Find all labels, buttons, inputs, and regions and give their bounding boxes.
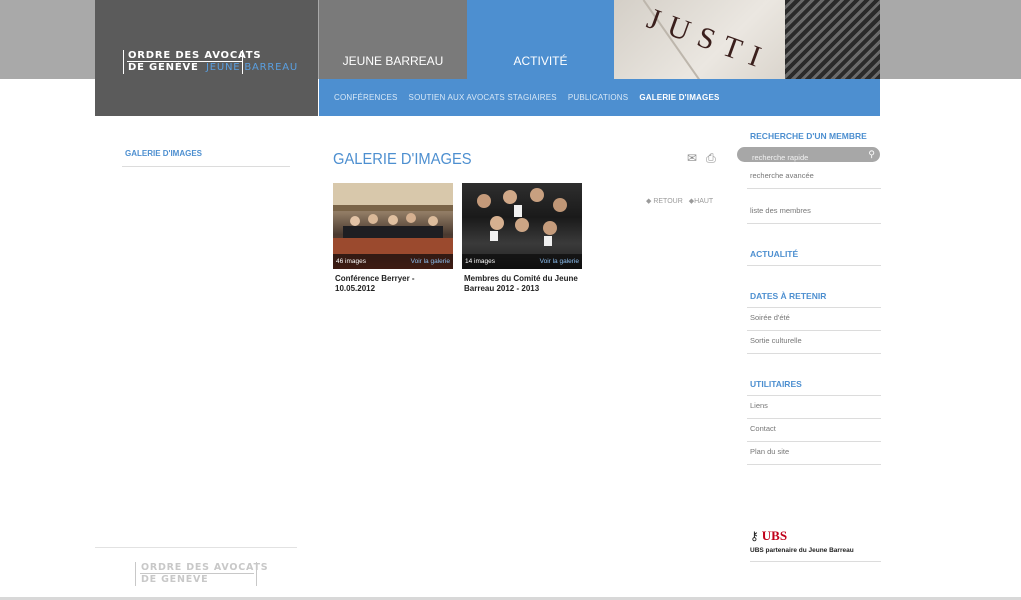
logo-mark: ORDRE DES AVOCATS DE GENÈVE JEUNE BARREA… <box>123 50 298 74</box>
left-sidebar: GALERIE D'IMAGES <box>122 149 290 167</box>
subnav-publications[interactable]: PUBLICATIONS <box>568 93 629 102</box>
utilities-section: UTILITAIRES Liens Contact Plan du site <box>747 354 881 465</box>
subnav-galerie[interactable]: GALERIE D'IMAGES <box>639 93 719 102</box>
right-sidebar: RECHERCHE D'UN MEMBRE ⚲ recherche avancé… <box>737 128 881 465</box>
dates-section: DATES À RETENIR Soirée d'été Sortie cult… <box>747 266 881 354</box>
logo-line-2: DE GENÈVE <box>128 62 199 73</box>
nav-activite-label: ACTIVITÉ <box>513 54 568 68</box>
utilities-heading: UTILITAIRES <box>747 376 881 396</box>
page-title: GALERIE D'IMAGES <box>333 151 472 168</box>
top-link[interactable]: ◆HAUT <box>689 197 713 205</box>
util-item-contact[interactable]: Contact <box>747 419 881 442</box>
back-link-label: RETOUR <box>653 198 683 205</box>
image-count: 14 images <box>465 258 495 265</box>
gallery-title[interactable]: Conférence Berryer - 10.05.2012 <box>333 274 453 294</box>
back-links: ◆ RETOUR ◆HAUT <box>646 197 713 205</box>
sponsor-tagline: UBS partenaire du Jeune Barreau <box>750 547 854 554</box>
sidebar-item-galerie[interactable]: GALERIE D'IMAGES <box>122 149 290 167</box>
news-heading[interactable]: ACTUALITÉ <box>747 246 881 265</box>
gallery-card[interactable]: 14 images Voir la galerie Membres du Com… <box>462 183 582 294</box>
advanced-search-link[interactable]: recherche avancée <box>747 166 881 189</box>
magnifier-icon[interactable]: ⚲ <box>868 149 875 160</box>
nav-activite[interactable]: ACTIVITÉ <box>467 0 614 79</box>
logo-jeune-barreau: JEUNE BARREAU <box>206 62 299 73</box>
gallery-title[interactable]: Membres du Comité du Jeune Barreau 2012 … <box>462 274 582 294</box>
nav-jeune-barreau[interactable]: JEUNE BARREAU <box>319 0 467 79</box>
sponsor-ubs[interactable]: ⚷ UBS UBS partenaire du Jeune Barreau <box>750 528 881 562</box>
subnav-soutien[interactable]: SOUTIEN AUX AVOCATS STAGIAIRES <box>409 93 557 102</box>
footer-logo[interactable]: ORDRE DES AVOCATS DE GENÈVE <box>135 562 268 586</box>
envelope-icon[interactable]: ✉ <box>687 152 697 164</box>
hero-image: JUSTI <box>614 0 880 79</box>
ubs-wordmark: UBS <box>761 528 788 543</box>
footer-logo-line-1: ORDRE DES AVOCATS <box>141 562 269 573</box>
search-box: ⚲ <box>737 147 880 165</box>
subnav-conferences[interactable]: CONFÉRENCES <box>334 93 398 102</box>
logo-line-1: ORDRE DES AVOCATS <box>128 50 262 61</box>
nav-jeune-barreau-label: JEUNE BARREAU <box>342 54 444 68</box>
gallery-card[interactable]: 46 images Voir la galerie Conférence Ber… <box>333 183 453 294</box>
footer-logo-line-2: DE GENÈVE <box>141 574 209 585</box>
date-item-soiree[interactable]: Soirée d'été <box>747 308 881 331</box>
page-tools: ✉ ⎙ <box>687 152 716 164</box>
gallery-thumbnail[interactable]: 14 images Voir la galerie <box>462 183 582 269</box>
hero-engraved-text: JUSTI <box>642 2 775 77</box>
back-link[interactable]: ◆ RETOUR <box>646 197 683 205</box>
view-gallery-link[interactable]: Voir la galerie <box>411 258 450 265</box>
util-item-plan[interactable]: Plan du site <box>747 442 881 465</box>
news-section: ACTUALITÉ <box>747 224 881 266</box>
sub-navigation: CONFÉRENCES SOUTIEN AUX AVOCATS STAGIAIR… <box>319 79 880 116</box>
search-input[interactable] <box>737 150 857 165</box>
site-logo[interactable]: ORDRE DES AVOCATS DE GENÈVE JEUNE BARREA… <box>95 0 318 116</box>
ubs-logo: ⚷ UBS <box>750 528 881 544</box>
thumbnail-caption: 14 images Voir la galerie <box>462 254 582 269</box>
dates-heading: DATES À RETENIR <box>747 288 881 308</box>
hero-stripes <box>785 0 880 79</box>
ubs-keys-icon: ⚷ <box>750 529 759 543</box>
image-count: 46 images <box>336 258 366 265</box>
search-heading: RECHERCHE D'UN MEMBRE <box>750 131 867 141</box>
view-gallery-link[interactable]: Voir la galerie <box>540 258 579 265</box>
thumbnail-caption: 46 images Voir la galerie <box>333 254 453 269</box>
printer-icon[interactable]: ⎙ <box>706 152 716 164</box>
gallery-thumbnail[interactable]: 46 images Voir la galerie <box>333 183 453 269</box>
members-list-link[interactable]: liste des membres <box>747 189 881 224</box>
footer-divider <box>95 547 297 548</box>
date-item-sortie[interactable]: Sortie culturelle <box>747 331 881 354</box>
top-link-label: HAUT <box>694 198 714 205</box>
util-item-liens[interactable]: Liens <box>747 396 881 419</box>
